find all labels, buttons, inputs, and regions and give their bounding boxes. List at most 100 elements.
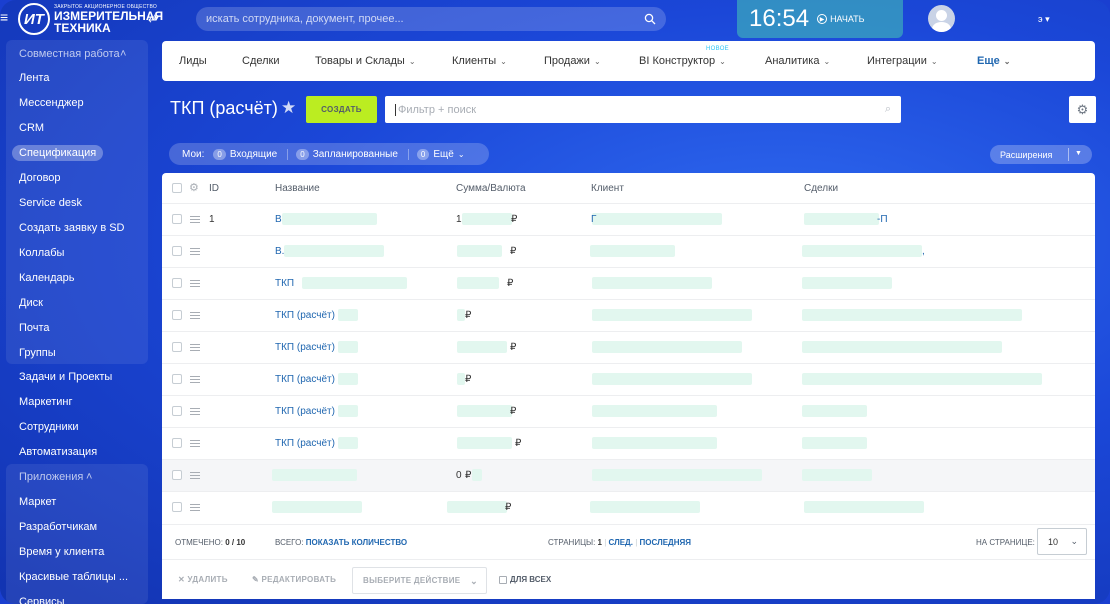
nav-item-1[interactable]: Сделки: [242, 55, 280, 67]
cell-name[interactable]: ТКП (расчёт): [275, 438, 335, 449]
cell-name[interactable]: В: [275, 214, 282, 225]
column-header-client[interactable]: Клиент: [591, 183, 624, 194]
cell-deal[interactable]: ,: [922, 246, 925, 257]
row-menu-icon[interactable]: [190, 216, 200, 223]
star-icon[interactable]: ★: [281, 98, 296, 118]
table-row[interactable]: ₽: [162, 491, 1095, 523]
row-menu-icon[interactable]: [190, 440, 200, 447]
table-row[interactable]: 1 В 1 Г ₽ -П: [162, 203, 1095, 235]
sidebar-item-10[interactable]: Почта: [19, 320, 50, 336]
edit-button[interactable]: ✎ РЕДАКТИРОВАТЬ: [252, 575, 336, 584]
counter-more[interactable]: 0 Ещё ⌄: [416, 148, 475, 160]
nav-item-5[interactable]: BI Конструктор ⌄: [639, 55, 726, 67]
sidebar-item-app-3[interactable]: Красивые таблицы ...: [19, 569, 128, 585]
row-menu-icon[interactable]: [190, 376, 200, 383]
sidebar-item-2[interactable]: CRM: [19, 120, 44, 136]
sidebar-item-main-3[interactable]: Автоматизация: [19, 444, 97, 460]
sidebar-item-11[interactable]: Группы: [19, 345, 56, 361]
row-checkbox[interactable]: [172, 470, 182, 480]
column-header-deals[interactable]: Сделки: [804, 183, 838, 194]
nav-item-7[interactable]: Интеграции ⌄: [867, 55, 938, 67]
row-checkbox[interactable]: [172, 502, 182, 512]
row-menu-icon[interactable]: [190, 248, 200, 255]
sidebar-item-9[interactable]: Диск: [19, 295, 43, 311]
table-row[interactable]: ТКП (расчёт) ₽: [162, 395, 1095, 427]
sidebar-item-6[interactable]: Создать заявку в SD: [19, 220, 125, 236]
sidebar-item-main-0[interactable]: Задачи и Проекты: [19, 369, 112, 385]
row-checkbox[interactable]: [172, 310, 182, 320]
filter-placeholder[interactable]: Фильтр + поиск: [395, 103, 885, 116]
sidebar-item-0[interactable]: Лента: [19, 70, 49, 86]
row-menu-icon[interactable]: [190, 504, 200, 511]
settings-gear-button[interactable]: ⚙: [1069, 96, 1096, 123]
search-icon[interactable]: [644, 13, 656, 25]
row-menu-icon[interactable]: [190, 472, 200, 479]
create-button[interactable]: СОЗДАТЬ: [306, 96, 377, 123]
row-menu-icon[interactable]: [190, 408, 200, 415]
nav-item-0[interactable]: Лиды: [179, 55, 207, 67]
search-input[interactable]: искать сотрудника, документ, прочее...: [206, 13, 644, 25]
row-checkbox[interactable]: [172, 246, 182, 256]
work-time-widget[interactable]: 16:54 ▶ НАЧАТЬ: [737, 0, 903, 38]
table-row[interactable]: ТКП (расчёт) ₽: [162, 427, 1095, 459]
grid-settings-icon[interactable]: ⚙: [189, 181, 199, 194]
show-count-link[interactable]: ПОКАЗАТЬ КОЛИЧЕСТВО: [306, 538, 407, 547]
row-menu-icon[interactable]: [190, 312, 200, 319]
start-button[interactable]: ▶ НАЧАТЬ: [817, 14, 865, 24]
column-header-sum[interactable]: Сумма/Валюта: [456, 183, 526, 194]
row-checkbox[interactable]: [172, 342, 182, 352]
search-icon[interactable]: ⌕: [885, 103, 891, 116]
sidebar-item-app-1[interactable]: Разработчикам: [19, 519, 97, 535]
sidebar-group-title-collab[interactable]: Совместная работа: [19, 46, 120, 62]
last-page-link[interactable]: ПОСЛЕДНЯЯ: [640, 538, 691, 547]
nav-item-2[interactable]: Товары и Склады ⌄: [315, 55, 416, 67]
nav-item-6[interactable]: Аналитика ⌄: [765, 55, 830, 67]
nav-item-8[interactable]: Еще ⌄: [977, 55, 1010, 67]
for-all-checkbox[interactable]: ДЛЯ ВСЕХ: [499, 575, 551, 584]
cell-deal[interactable]: -П: [877, 214, 888, 225]
extensions-button[interactable]: Расширения ▼: [990, 145, 1092, 164]
sidebar-item-main-2[interactable]: Сотрудники: [19, 419, 79, 435]
cell-client[interactable]: Г: [591, 214, 596, 225]
menu-icon[interactable]: ≡: [0, 10, 14, 24]
sidebar-item-1[interactable]: Мессенджер: [19, 95, 84, 111]
counter-planned[interactable]: 0 Запланированные: [296, 148, 409, 160]
table-row[interactable]: ТКП ₽: [162, 267, 1095, 299]
cell-name[interactable]: ТКП (расчёт): [275, 342, 335, 353]
chevron-up-icon[interactable]: ˄: [86, 469, 92, 485]
sidebar-group-title-apps[interactable]: Приложения: [19, 469, 83, 485]
sidebar-item-app-0[interactable]: Маркет: [19, 494, 56, 510]
avatar[interactable]: [928, 5, 955, 32]
swap-icon[interactable]: ⇄: [148, 12, 157, 25]
chevron-up-icon[interactable]: ˄: [120, 46, 126, 62]
cell-name[interactable]: ТКП (расчёт): [275, 310, 335, 321]
search-bar[interactable]: искать сотрудника, документ, прочее...: [196, 7, 666, 31]
table-row[interactable]: ТКП (расчёт) ₽: [162, 363, 1095, 395]
sidebar-item-main-1[interactable]: Маркетинг: [19, 394, 72, 410]
delete-button[interactable]: ✕ УДАЛИТЬ: [178, 575, 228, 584]
select-all-checkbox[interactable]: [172, 183, 182, 193]
row-checkbox[interactable]: [172, 374, 182, 384]
row-checkbox[interactable]: [172, 438, 182, 448]
cell-name[interactable]: ТКП (расчёт): [275, 406, 335, 417]
sidebar-item-app-4[interactable]: Сервисы: [19, 594, 65, 604]
row-checkbox[interactable]: [172, 406, 182, 416]
sidebar-item-3[interactable]: Спецификация: [12, 145, 104, 161]
row-checkbox[interactable]: [172, 214, 182, 224]
sidebar-item-8[interactable]: Календарь: [19, 270, 75, 286]
table-row[interactable]: ТКП (расчёт) ₽: [162, 299, 1095, 331]
cell-name[interactable]: ТКП: [275, 278, 294, 289]
next-page-link[interactable]: СЛЕД.: [609, 538, 633, 547]
column-header-name[interactable]: Название: [275, 183, 320, 194]
user-menu[interactable]: э ▾: [1038, 14, 1050, 25]
sidebar-item-7[interactable]: Коллабы: [19, 245, 64, 261]
action-select[interactable]: ВЫБЕРИТЕ ДЕЙСТВИЕ ⌄: [352, 567, 487, 594]
sidebar-item-app-2[interactable]: Время у клиента: [19, 544, 104, 560]
table-row[interactable]: В. ₽,: [162, 235, 1095, 267]
nav-item-4[interactable]: Продажи ⌄: [544, 55, 601, 67]
filter-search-input[interactable]: Фильтр + поиск ⌕: [385, 96, 901, 123]
row-menu-icon[interactable]: [190, 344, 200, 351]
sidebar-item-5[interactable]: Service desk: [19, 195, 82, 211]
table-row[interactable]: 0 ₽: [162, 459, 1095, 491]
column-header-id[interactable]: ID: [209, 183, 219, 194]
